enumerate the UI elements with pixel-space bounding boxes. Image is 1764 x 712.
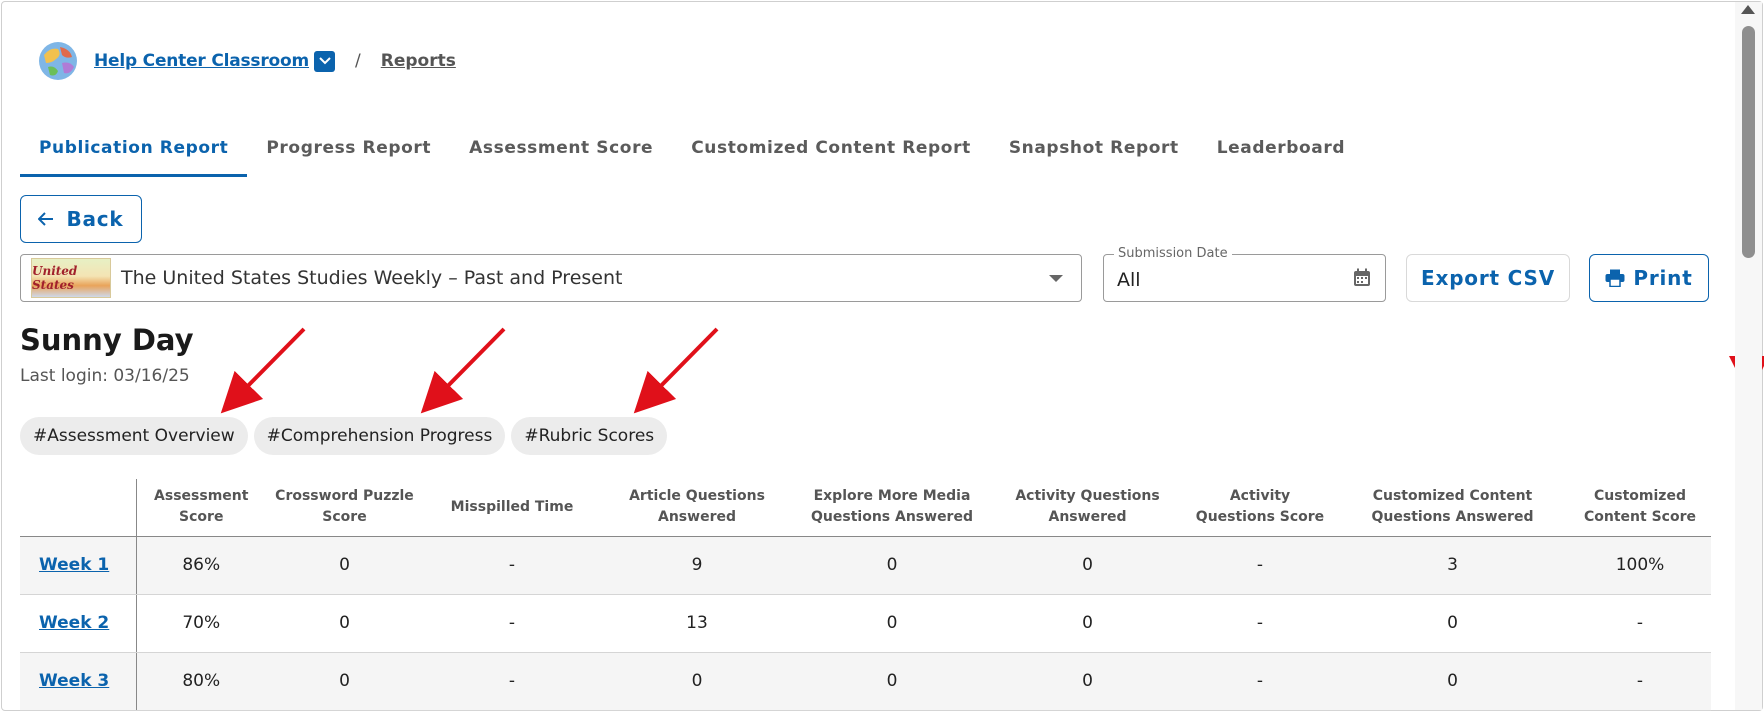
tab-snapshot-report[interactable]: Snapshot Report	[990, 130, 1198, 177]
section-anchors: #Assessment Overview #Comprehension Prog…	[20, 417, 673, 455]
dropdown-arrow-icon[interactable]	[1049, 275, 1063, 282]
back-button-label: Back	[66, 207, 124, 231]
table-cell: -	[423, 652, 601, 711]
scroll-up-arrow-icon[interactable]	[1741, 5, 1755, 14]
tab-publication-report[interactable]: Publication Report	[20, 130, 248, 177]
table-cell: 0	[793, 594, 991, 653]
publication-thumbnail: United States	[31, 258, 111, 298]
header-customized-content-score: Customized Content Score	[1569, 479, 1711, 537]
week-link[interactable]: Week 3	[39, 671, 109, 691]
table-cell: 0	[266, 652, 423, 711]
table-cell: -	[1184, 594, 1336, 653]
breadcrumb-reports-link[interactable]: Reports	[381, 51, 456, 71]
week-cell: Week 1	[20, 536, 137, 595]
export-csv-label: Export CSV	[1421, 266, 1555, 290]
anchor-rubric-scores[interactable]: #Rubric Scores	[511, 417, 668, 455]
header-activity-questions-answered: Activity Questions Answered	[991, 479, 1184, 537]
table-cell: -	[1184, 652, 1336, 711]
week-link[interactable]: Week 2	[39, 613, 109, 633]
header-explore-more-media: Explore More Media Questions Answered	[793, 479, 991, 537]
table-row: Week 3 80% 0 - 0 0 0 - 0 -	[20, 652, 1711, 711]
export-csv-button[interactable]: Export CSV	[1406, 254, 1570, 302]
header-week	[20, 479, 137, 537]
tab-leaderboard[interactable]: Leaderboard	[1198, 130, 1364, 177]
table-header-row: Assessment Score Crossword Puzzle Score …	[20, 479, 1711, 537]
table-cell: 0	[991, 652, 1184, 711]
breadcrumb: Help Center Classroom / Reports	[38, 40, 456, 82]
week-cell: Week 2	[20, 594, 137, 653]
tab-customized-content-report[interactable]: Customized Content Report	[672, 130, 990, 177]
table-cell: 0	[991, 536, 1184, 595]
publication-report-table: Assessment Score Crossword Puzzle Score …	[20, 479, 1711, 711]
table-row: Week 2 70% 0 - 13 0 0 - 0 -	[20, 594, 1711, 653]
publication-select[interactable]: United States The United States Studies …	[20, 254, 1082, 302]
header-article-questions-answered: Article Questions Answered	[601, 479, 793, 537]
table-cell: 0	[266, 594, 423, 653]
table-cell: 13	[601, 594, 793, 653]
table-row: Week 1 86% 0 - 9 0 0 - 3 100%	[20, 536, 1711, 595]
submission-date-label: Submission Date	[1114, 246, 1232, 261]
calendar-icon[interactable]	[1353, 268, 1371, 291]
breadcrumb-classroom-link[interactable]: Help Center Classroom	[94, 51, 309, 71]
publication-select-value: The United States Studies Weekly – Past …	[121, 267, 623, 289]
table-cell: 0	[991, 594, 1184, 653]
tab-assessment-score[interactable]: Assessment Score	[450, 130, 672, 177]
scrollbar-thumb[interactable]	[1742, 26, 1755, 258]
table-cell: 100%	[1569, 536, 1711, 595]
report-tabs: Publication Report Progress Report Asses…	[20, 130, 1364, 177]
table-cell: -	[1569, 594, 1711, 653]
table-cell: 0	[266, 536, 423, 595]
print-button[interactable]: Print	[1589, 254, 1709, 302]
breadcrumb-separator: /	[355, 51, 361, 71]
globe-icon	[38, 41, 78, 81]
student-name: Sunny Day	[20, 323, 194, 357]
table-cell: 70%	[136, 594, 266, 653]
header-crossword-puzzle-score: Crossword Puzzle Score	[266, 479, 423, 537]
table-cell: 86%	[136, 536, 266, 595]
header-activity-questions-score: Activity Questions Score	[1184, 479, 1336, 537]
arrow-left-icon	[38, 212, 54, 226]
week-cell: Week 3	[20, 652, 137, 711]
print-button-label: Print	[1633, 266, 1693, 290]
table-cell: 0	[793, 652, 991, 711]
table-cell: 0	[1336, 652, 1569, 711]
table-cell: -	[1569, 652, 1711, 711]
anchor-assessment-overview[interactable]: #Assessment Overview	[20, 417, 248, 455]
header-customized-content-questions: Customized Content Questions Answered	[1336, 479, 1569, 537]
publication-thumbnail-text: United States	[32, 264, 78, 292]
header-assessment-score: Assessment Score	[136, 479, 266, 537]
printer-icon	[1605, 269, 1625, 287]
back-button[interactable]: Back	[20, 195, 142, 243]
table-cell: 9	[601, 536, 793, 595]
tab-progress-report[interactable]: Progress Report	[247, 130, 450, 177]
header-misspilled-time: Misspilled Time	[423, 479, 601, 537]
table-cell: 0	[601, 652, 793, 711]
table-cell: 3	[1336, 536, 1569, 595]
submission-date-value: All	[1117, 269, 1141, 291]
anchor-comprehension-progress[interactable]: #Comprehension Progress	[253, 417, 506, 455]
week-link[interactable]: Week 1	[39, 555, 109, 575]
submission-date-field[interactable]: Submission Date All	[1103, 246, 1386, 302]
chevron-down-icon[interactable]	[314, 50, 336, 72]
table-cell: 0	[1336, 594, 1569, 653]
table-cell: -	[423, 594, 601, 653]
table-cell: 80%	[136, 652, 266, 711]
last-login: Last login: 03/16/25	[20, 366, 190, 386]
table-cell: -	[1184, 536, 1336, 595]
table-cell: 0	[793, 536, 991, 595]
table-cell: -	[423, 536, 601, 595]
